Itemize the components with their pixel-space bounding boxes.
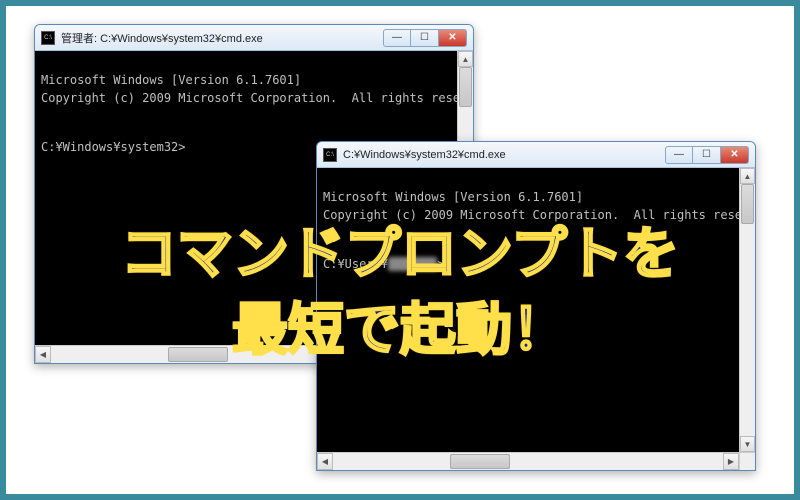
close-button[interactable]: ✕: [721, 146, 749, 164]
minimize-button[interactable]: —: [665, 146, 693, 164]
scroll-down-icon[interactable]: ▼: [740, 436, 755, 452]
prompt-suffix: >: [437, 257, 444, 271]
scroll-up-icon[interactable]: ▲: [740, 168, 755, 184]
scroll-left-icon[interactable]: ◀: [35, 346, 51, 363]
window-controls: — ☐ ✕: [665, 146, 749, 164]
window-title: 管理者: C:¥Windows¥system32¥cmd.exe: [61, 30, 383, 46]
scroll-thumb[interactable]: [741, 184, 754, 224]
username-redacted: xxxxxx: [388, 257, 437, 271]
cmd-icon: [323, 148, 337, 162]
close-button[interactable]: ✕: [439, 29, 467, 47]
version-line: Microsoft Windows [Version 6.1.7601]: [41, 73, 301, 87]
copyright-line: Copyright (c) 2009 Microsoft Corporation…: [323, 208, 755, 222]
resize-grip[interactable]: [739, 452, 755, 470]
scroll-thumb-h[interactable]: [168, 347, 228, 362]
prompt-prefix: C:¥Users¥: [323, 257, 388, 271]
maximize-button[interactable]: ☐: [693, 146, 721, 164]
cmd-window-user: C:¥Windows¥system32¥cmd.exe — ☐ ✕ Micros…: [316, 141, 756, 471]
maximize-button[interactable]: ☐: [411, 29, 439, 47]
window-controls: — ☐ ✕: [383, 29, 467, 47]
scroll-thumb-h[interactable]: [450, 454, 510, 469]
minimize-button[interactable]: —: [383, 29, 411, 47]
scroll-track-h[interactable]: [333, 453, 723, 470]
titlebar[interactable]: 管理者: C:¥Windows¥system32¥cmd.exe — ☐ ✕: [35, 25, 473, 51]
prompt: C:¥Windows¥system32>: [41, 140, 186, 154]
vertical-scrollbar[interactable]: ▲ ▼: [739, 168, 755, 452]
cmd-icon: [41, 31, 55, 45]
scroll-track[interactable]: [740, 184, 755, 436]
version-line: Microsoft Windows [Version 6.1.7601]: [323, 190, 583, 204]
scroll-left-icon[interactable]: ◀: [317, 453, 333, 470]
titlebar[interactable]: C:¥Windows¥system32¥cmd.exe — ☐ ✕: [317, 142, 755, 168]
window-title: C:¥Windows¥system32¥cmd.exe: [343, 149, 665, 161]
scroll-right-icon[interactable]: ▶: [723, 453, 739, 470]
horizontal-scrollbar[interactable]: ◀ ▶: [317, 452, 739, 470]
terminal-output[interactable]: Microsoft Windows [Version 6.1.7601] Cop…: [317, 168, 755, 452]
scroll-thumb[interactable]: [459, 67, 472, 107]
scroll-up-icon[interactable]: ▲: [458, 51, 473, 67]
copyright-line: Copyright (c) 2009 Microsoft Corporation…: [41, 91, 473, 105]
